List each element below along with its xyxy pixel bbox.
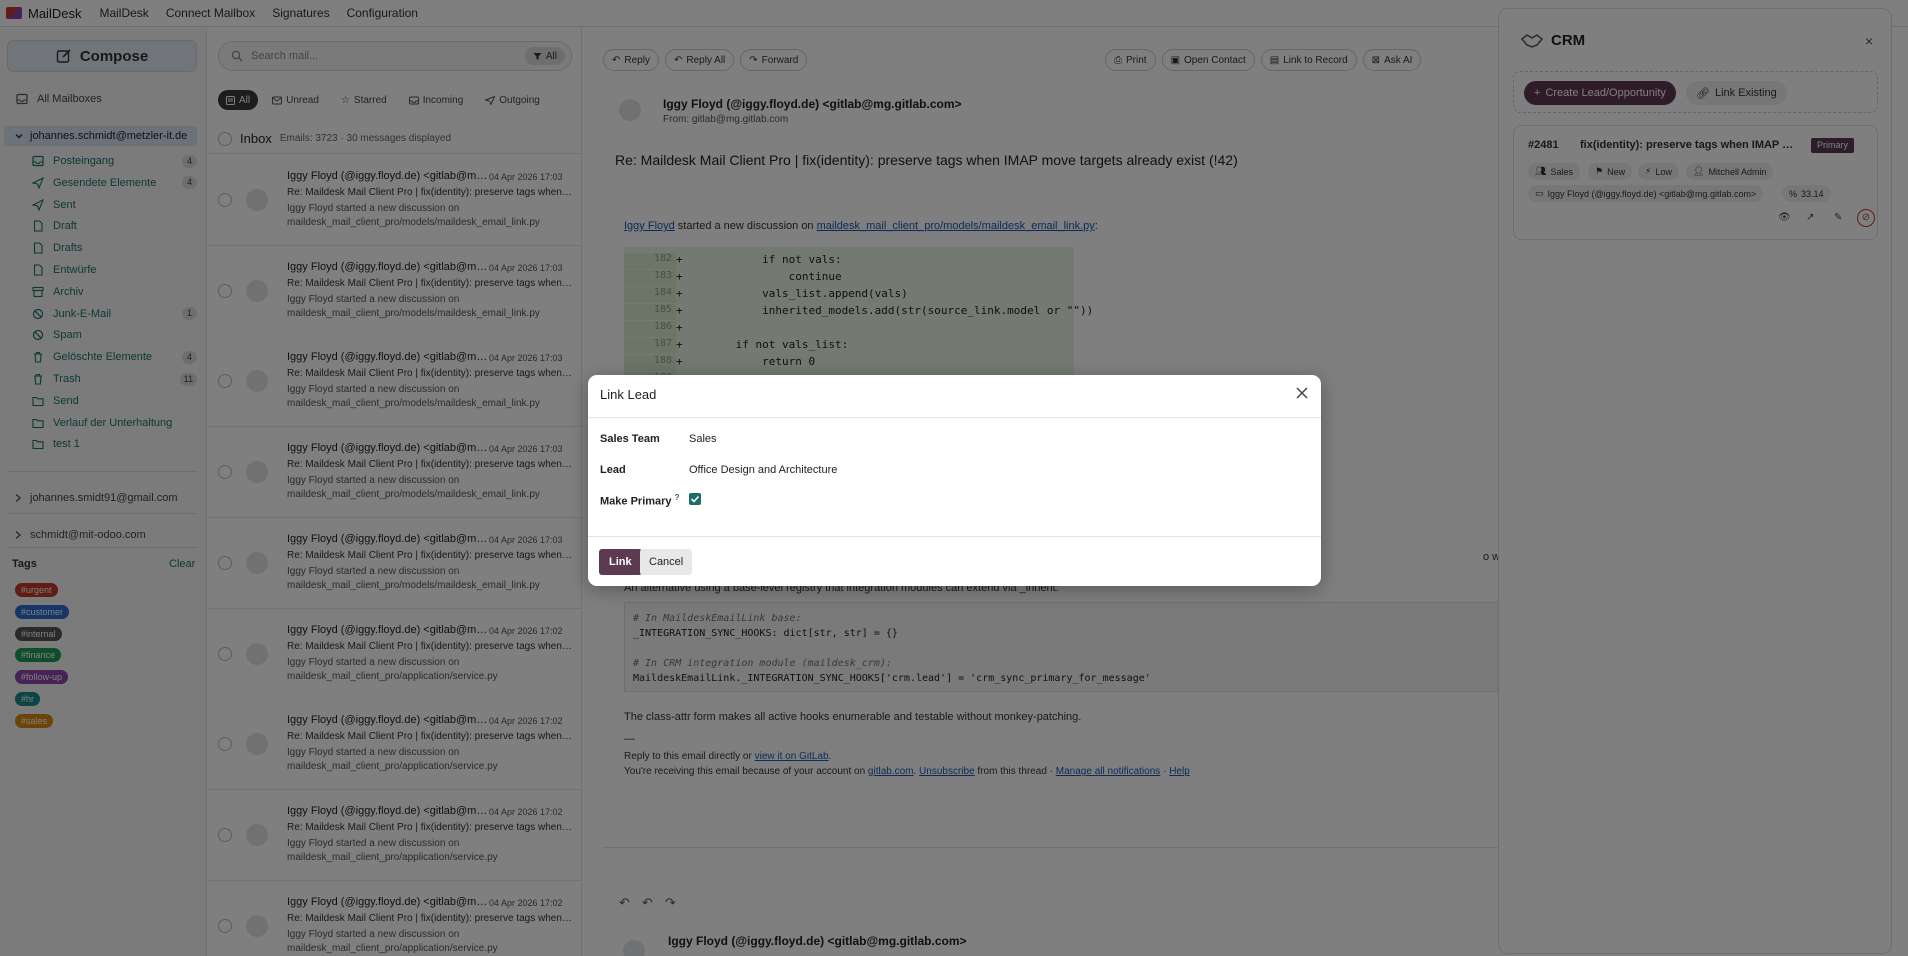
close-icon[interactable]	[1295, 386, 1309, 400]
check-icon	[690, 495, 700, 503]
cancel-button[interactable]: Cancel	[640, 549, 693, 575]
sales-team-field[interactable]: Sales	[689, 433, 717, 445]
make-primary-label: Make Primary ?	[600, 493, 680, 508]
dialog-title: Link Lead	[600, 387, 657, 402]
divider	[588, 536, 1321, 537]
make-primary-checkbox[interactable]	[689, 493, 701, 505]
help-icon[interactable]: ?	[675, 493, 680, 502]
sales-team-label: Sales Team	[600, 433, 660, 445]
lead-label: Lead	[600, 464, 626, 476]
lead-field[interactable]: Office Design and Architecture	[689, 464, 837, 476]
link-lead-dialog: Link Lead Sales Team Sales Lead Office D…	[588, 375, 1321, 586]
divider	[588, 417, 1321, 418]
link-button[interactable]: Link	[599, 549, 642, 575]
